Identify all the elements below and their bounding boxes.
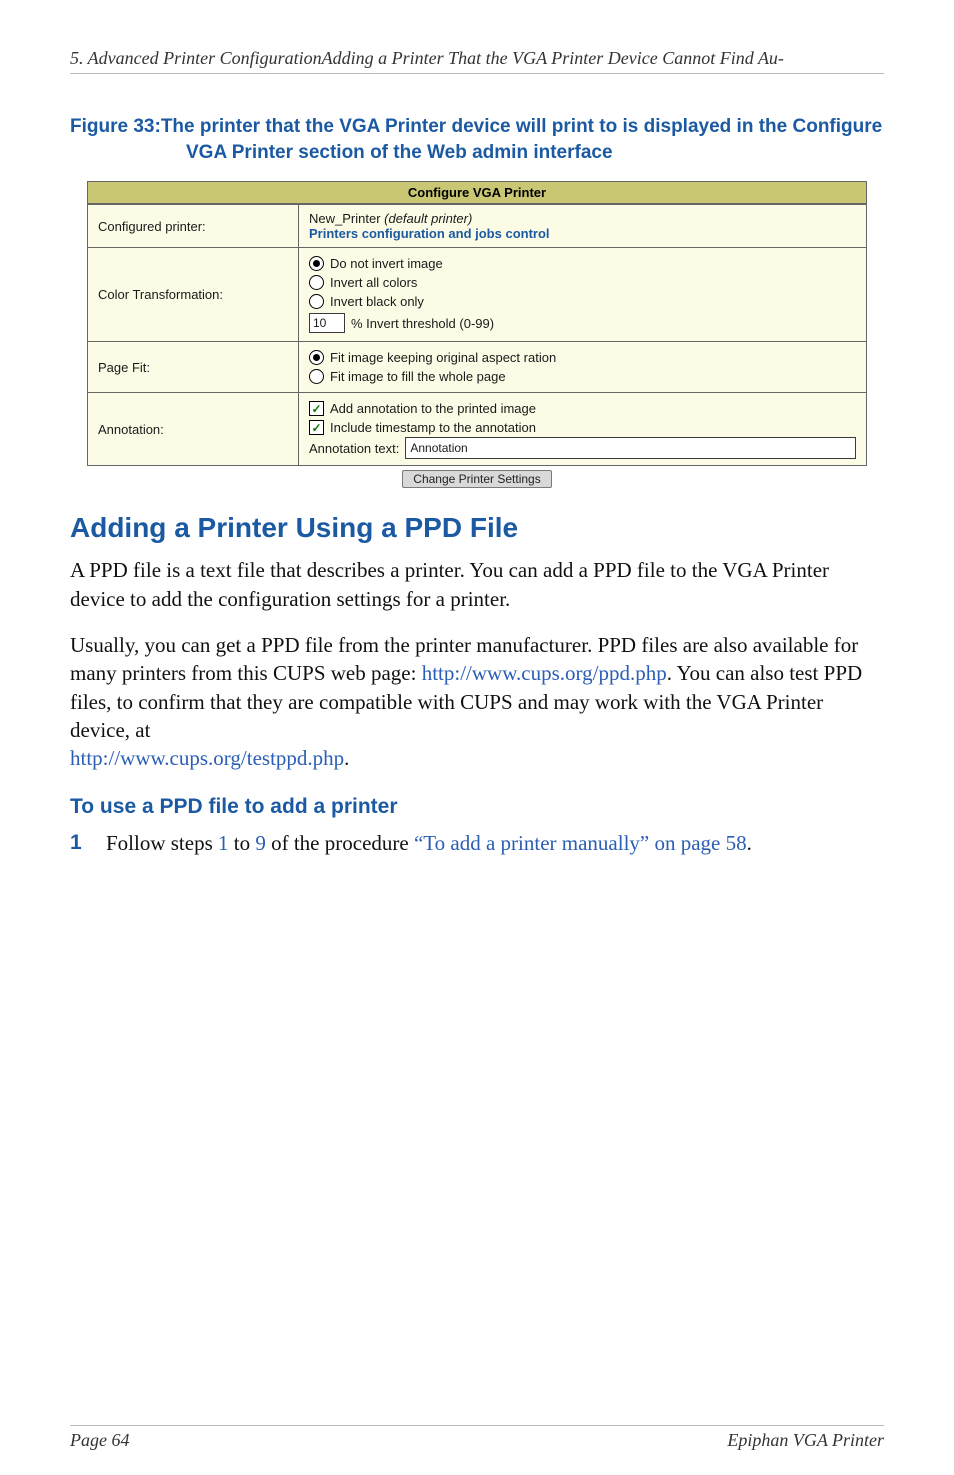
radio-do-not-invert[interactable] (309, 256, 324, 271)
table-row: Annotation: Add annotation to the printe… (88, 393, 867, 466)
checkbox-include-timestamp[interactable] (309, 420, 324, 435)
procedure-heading: To use a PPD file to add a printer (70, 795, 884, 819)
radio-label: Fit image to fill the whole page (330, 369, 506, 384)
cups-testppd-link[interactable]: http://www.cups.org/testppd.php (70, 746, 344, 770)
step-xref-1[interactable]: 1 (218, 831, 229, 855)
figure-caption-text: The printer that the VGA Printer device … (161, 116, 882, 163)
table-row: Configured printer: New_Printer (default… (88, 205, 867, 248)
page-footer: Page 64 Epiphan VGA Printer (0, 1425, 954, 1451)
step-text-frag: . (747, 831, 752, 855)
annotation-value: Add annotation to the printed image Incl… (299, 393, 867, 466)
configured-printer-label: Configured printer: (88, 205, 299, 248)
step-number: 1 (70, 829, 90, 857)
configured-printer-value: New_Printer (default printer) Printers c… (299, 205, 867, 248)
radio-fit-aspect[interactable] (309, 350, 324, 365)
section-heading: Adding a Printer Using a PPD File (70, 512, 884, 544)
table-row: Page Fit: Fit image keeping original asp… (88, 342, 867, 393)
radio-label: Fit image keeping original aspect ration (330, 350, 556, 365)
change-printer-settings-button[interactable]: Change Printer Settings (402, 470, 551, 488)
step-text: Follow steps 1 to 9 of the procedure “To… (106, 829, 752, 857)
config-panel: Configure VGA Printer Configured printer… (87, 181, 867, 488)
radio-invert-all[interactable] (309, 275, 324, 290)
figure-caption: Figure 33:The printer that the VGA Print… (70, 114, 884, 165)
figure-label: Figure 33: (70, 116, 161, 137)
printer-name: New_Printer (309, 211, 381, 226)
page-fit-value: Fit image keeping original aspect ration… (299, 342, 867, 393)
cups-ppd-link[interactable]: http://www.cups.org/ppd.php (422, 661, 667, 685)
printers-config-link[interactable]: Printers configuration and jobs control (309, 226, 550, 241)
radio-label: Do not invert image (330, 256, 443, 271)
running-header: 5. Advanced Printer ConfigurationAdding … (70, 48, 884, 74)
radio-fit-fill[interactable] (309, 369, 324, 384)
default-printer-suffix: (default printer) (381, 211, 473, 226)
step-item: 1 Follow steps 1 to 9 of the procedure “… (70, 829, 884, 857)
body-paragraph: A PPD file is a text file that describes… (70, 556, 884, 613)
radio-label: Invert black only (330, 294, 424, 309)
body-paragraph: Usually, you can get a PPD file from the… (70, 631, 884, 773)
radio-invert-black[interactable] (309, 294, 324, 309)
config-panel-title: Configure VGA Printer (87, 181, 867, 204)
config-table: Configured printer: New_Printer (default… (87, 204, 867, 466)
step-text-frag: Follow steps (106, 831, 218, 855)
step-text-frag: to (229, 831, 256, 855)
step-text-frag: of the procedure (266, 831, 414, 855)
invert-threshold-input[interactable]: 10 (309, 313, 345, 333)
color-transformation-label: Color Transformation: (88, 248, 299, 342)
step-xref-procedure[interactable]: “To add a printer manually” on page 58 (414, 831, 747, 855)
footer-page-number: Page 64 (70, 1430, 129, 1451)
page-fit-label: Page Fit: (88, 342, 299, 393)
step-xref-9[interactable]: 9 (255, 831, 266, 855)
radio-label: Invert all colors (330, 275, 417, 290)
table-row: Color Transformation: Do not invert imag… (88, 248, 867, 342)
invert-threshold-label: % Invert threshold (0-99) (351, 316, 494, 331)
checkbox-label: Include timestamp to the annotation (330, 420, 536, 435)
color-transformation-value: Do not invert image Invert all colors In… (299, 248, 867, 342)
checkbox-add-annotation[interactable] (309, 401, 324, 416)
annotation-text-input[interactable]: Annotation (405, 437, 856, 459)
annotation-label: Annotation: (88, 393, 299, 466)
body-text: . (344, 746, 349, 770)
annotation-text-label: Annotation text: (309, 441, 399, 456)
checkbox-label: Add annotation to the printed image (330, 401, 536, 416)
footer-product: Epiphan VGA Printer (727, 1430, 884, 1451)
